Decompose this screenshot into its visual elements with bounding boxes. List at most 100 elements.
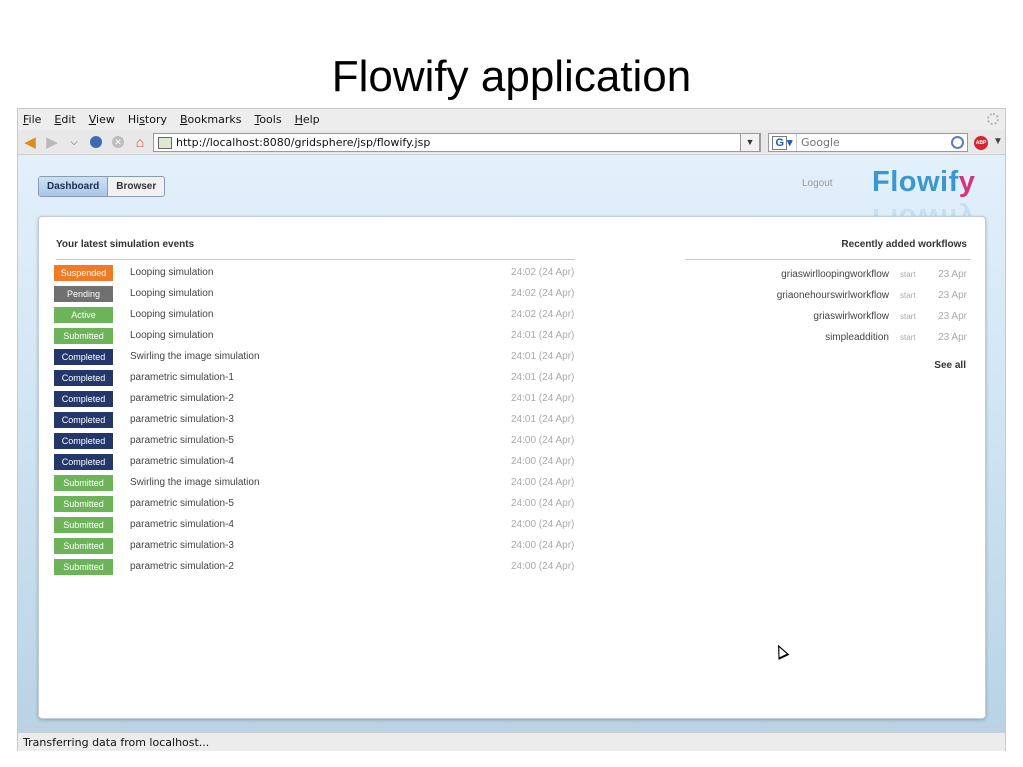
menu-item[interactable]: File xyxy=(23,113,41,126)
brand-logo-main: Flowif xyxy=(872,166,959,198)
event-name: parametric simulation-5 xyxy=(130,498,234,509)
throbber-icon xyxy=(987,113,999,125)
menu-item[interactable]: Tools xyxy=(254,113,281,126)
event-time: 24:00 (24 Apr) xyxy=(511,561,575,572)
workflows-heading: Recently added workflows xyxy=(841,239,967,250)
event-row[interactable]: Completed parametric simulation-1 24:01 (2… xyxy=(54,370,594,386)
events-heading: Your latest simulation events xyxy=(56,239,195,250)
menu-item-accesskey: H xyxy=(294,113,303,126)
event-time: 24:00 (24 Apr) xyxy=(511,456,575,467)
search-engine-google-icon[interactable]: G ▾ xyxy=(769,134,797,151)
workflow-row: griaswirlworkflow start 23 Apr xyxy=(685,309,971,325)
event-name: parametric simulation-5 xyxy=(130,435,234,446)
url-input[interactable] xyxy=(176,136,745,149)
menu-item-label: elp xyxy=(302,113,320,126)
event-row[interactable]: Suspended Looping simulation 24:02 (24 Apr… xyxy=(54,265,594,281)
menu-bar: File Edit View History Bookmarks Tools Help xyxy=(18,109,1005,130)
workflow-date: 23 Apr xyxy=(938,311,967,322)
workflow-date: 23 Apr xyxy=(938,269,967,280)
event-name: parametric simulation-3 xyxy=(130,414,234,425)
event-row[interactable]: Submitted Swirling the image simulation 24… xyxy=(54,475,594,491)
event-row[interactable]: Active Looping simulation 24:02 (24 Apr) xyxy=(54,307,594,323)
event-time: 24:01 (24 Apr) xyxy=(511,414,575,425)
forward-arrow-icon[interactable]: ▶ xyxy=(43,133,61,151)
workflow-date: 23 Apr xyxy=(938,332,967,343)
event-name: parametric simulation-2 xyxy=(130,561,234,572)
event-time: 24:01 (24 Apr) xyxy=(511,330,575,341)
workflow-row: simpleaddition start 23 Apr xyxy=(685,330,971,346)
event-row[interactable]: Submitted Looping simulation 24:01 (24 Apr… xyxy=(54,328,594,344)
events-divider xyxy=(56,259,575,260)
event-row[interactable]: Submitted parametric simulation-4 24:00 (2… xyxy=(54,517,594,533)
address-bar[interactable]: ☆ xyxy=(153,133,761,152)
menu-item[interactable]: Edit xyxy=(54,113,75,126)
menu-item-accesskey: B xyxy=(180,113,188,126)
stop-button[interactable]: ✕ xyxy=(109,133,127,151)
workflows-divider xyxy=(685,259,971,260)
menu-item[interactable]: View xyxy=(89,113,115,126)
workflow-start-link[interactable]: start xyxy=(900,270,916,279)
menu-item-label: dit xyxy=(61,113,76,126)
adblock-dropdown-icon[interactable]: ▼ xyxy=(993,136,1003,147)
event-row[interactable]: Completed Swirling the image simulation 24… xyxy=(54,349,594,365)
search-magnifier-icon[interactable] xyxy=(951,136,964,149)
status-badge: Submitted xyxy=(54,538,113,554)
event-name: Looping simulation xyxy=(130,267,214,278)
event-row[interactable]: Submitted parametric simulation-3 24:00 (2… xyxy=(54,538,594,554)
status-badge: Submitted xyxy=(54,517,113,533)
event-time: 24:00 (24 Apr) xyxy=(511,435,575,446)
event-time: 24:00 (24 Apr) xyxy=(511,477,575,488)
back-arrow-icon[interactable]: ◀ xyxy=(21,133,39,151)
status-badge: Submitted xyxy=(54,475,113,491)
event-name: parametric simulation-2 xyxy=(130,393,234,404)
event-time: 24:01 (24 Apr) xyxy=(511,372,575,383)
event-time: 24:00 (24 Apr) xyxy=(511,519,575,530)
status-badge: Completed xyxy=(54,454,113,470)
workflow-start-link[interactable]: start xyxy=(900,333,916,342)
status-bar: Transferring data from localhost... xyxy=(18,732,1005,751)
status-badge: Submitted xyxy=(54,328,113,344)
adblock-plus-icon[interactable]: ABP xyxy=(974,136,988,150)
workflow-date: 23 Apr xyxy=(938,290,967,301)
workflow-start-link[interactable]: start xyxy=(900,312,916,321)
workflow-name[interactable]: griaonehourswirlworkflow xyxy=(777,290,889,301)
event-row[interactable]: Completed parametric simulation-5 24:00 (2… xyxy=(54,433,594,449)
event-name: Looping simulation xyxy=(130,309,214,320)
workflow-start-link[interactable]: start xyxy=(900,291,916,300)
menu-item-label: ookmarks xyxy=(187,113,242,126)
workflow-row: griaonehourswirlworkflow start 23 Apr xyxy=(685,288,971,304)
menu-item-accesskey: V xyxy=(88,113,97,126)
menu-item[interactable]: History xyxy=(128,113,167,126)
history-dropdown-icon[interactable]: ⌵ xyxy=(65,133,83,151)
reload-button[interactable] xyxy=(87,133,105,151)
event-row[interactable]: Pending Looping simulation 24:02 (24 Apr) xyxy=(54,286,594,302)
event-row[interactable]: Completed parametric simulation-3 24:01 (2… xyxy=(54,412,594,428)
event-time: 24:00 (24 Apr) xyxy=(511,540,575,551)
tab-browser[interactable]: Browser xyxy=(108,177,164,196)
event-row[interactable]: Completed parametric simulation-4 24:00 (2… xyxy=(54,454,594,470)
tab-dashboard[interactable]: Dashboard xyxy=(39,177,109,196)
menu-item[interactable]: Bookmarks xyxy=(180,113,241,126)
event-row[interactable]: Submitted parametric simulation-2 24:00 (2… xyxy=(54,559,594,575)
menu-item-label: tory xyxy=(144,113,167,126)
menu-item[interactable]: Help xyxy=(295,113,320,126)
search-bar[interactable]: G ▾ xyxy=(768,133,968,152)
event-row[interactable]: Submitted parametric simulation-5 24:00 (2… xyxy=(54,496,594,512)
event-name: Swirling the image simulation xyxy=(130,351,260,362)
status-badge: Submitted xyxy=(54,496,113,512)
workflow-name[interactable]: simpleaddition xyxy=(825,332,889,343)
menu-item-prefix: Hi xyxy=(127,113,140,126)
dashboard-panel: Your latest simulation events Suspended L… xyxy=(38,216,986,719)
menu-item-label: ools xyxy=(259,113,282,126)
workflow-name[interactable]: griaswirlworkflow xyxy=(813,311,889,322)
event-time: 24:02 (24 Apr) xyxy=(511,288,575,299)
home-icon[interactable]: ⌂ xyxy=(131,133,149,151)
workflow-name[interactable]: griaswirlloopingworkflow xyxy=(781,269,889,280)
logout-link[interactable]: Logout xyxy=(802,178,833,189)
event-row[interactable]: Completed parametric simulation-2 24:01 (2… xyxy=(54,391,594,407)
see-all-link[interactable]: See all xyxy=(934,360,966,371)
status-badge: Pending xyxy=(54,286,113,302)
url-history-dropdown-icon[interactable]: ▼ xyxy=(740,133,760,152)
menu-item-label: iew xyxy=(96,113,115,126)
search-input[interactable] xyxy=(797,136,937,149)
